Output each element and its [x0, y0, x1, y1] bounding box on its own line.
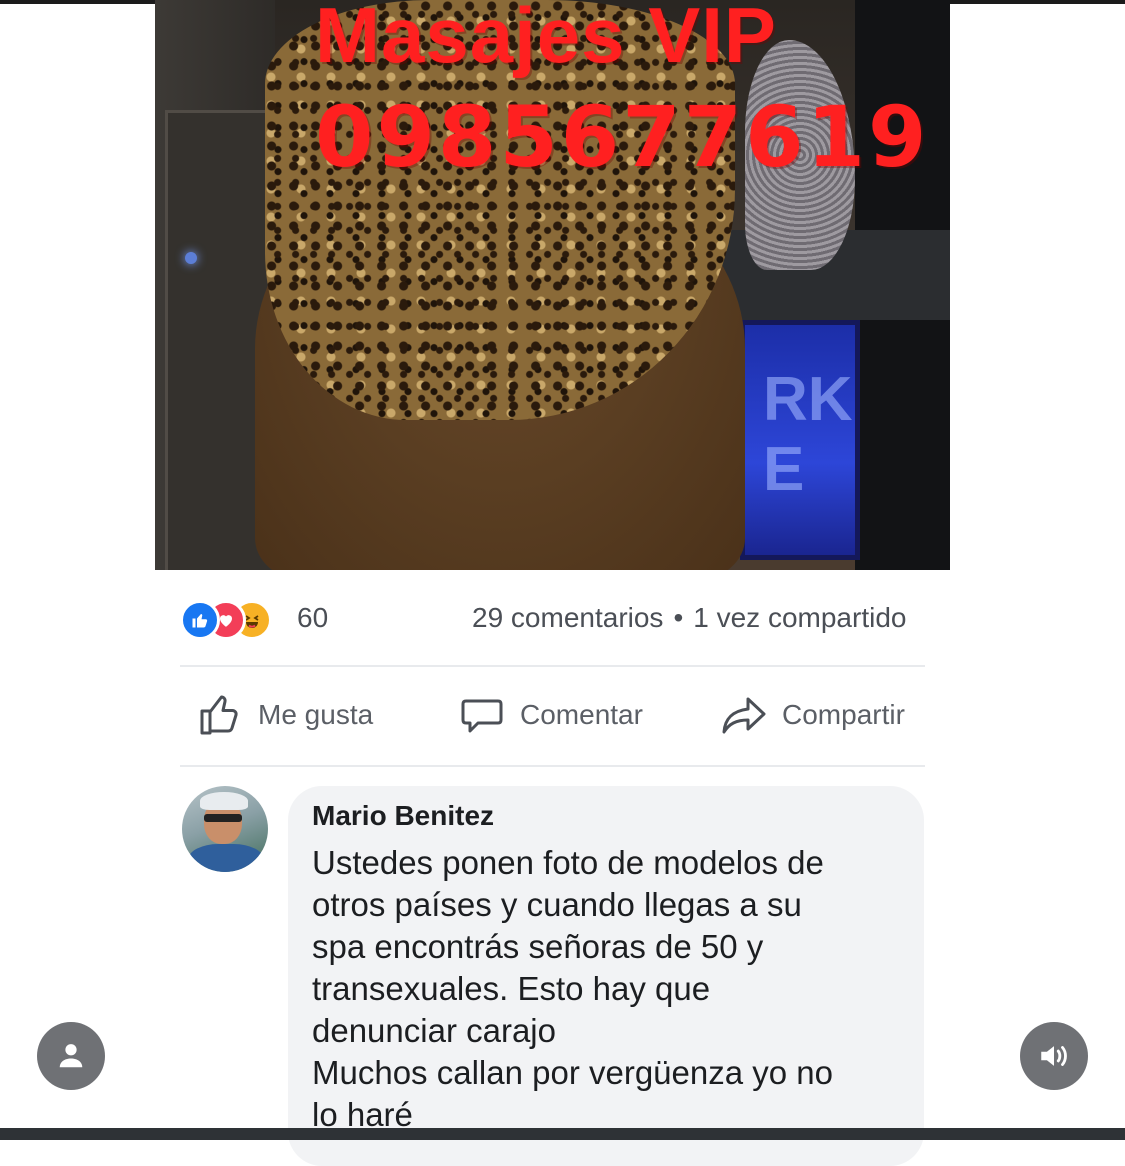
divider — [180, 765, 925, 767]
reaction-count[interactable]: 60 — [297, 602, 328, 634]
ad-title: Masajes VIP — [315, 0, 777, 79]
like-button-label: Me gusta — [258, 699, 374, 730]
post-photo[interactable]: RK E Masajes VIP 0985677619 — [155, 0, 950, 570]
profile-button[interactable] — [37, 1022, 105, 1090]
comment-button[interactable]: Comentar — [458, 690, 643, 740]
person-icon — [59, 1044, 83, 1068]
share-button[interactable]: Compartir — [720, 690, 905, 740]
share-button-label: Compartir — [782, 699, 905, 730]
stats-separator: • — [673, 602, 684, 633]
avatar-hair — [200, 792, 248, 810]
comment-author[interactable]: Mario Benitez — [312, 800, 494, 832]
share-count-link[interactable]: 1 vez compartido — [693, 602, 906, 633]
speaker-icon — [1041, 1046, 1067, 1066]
comment-count-link[interactable]: 29 comentarios — [472, 602, 663, 633]
like-button[interactable]: Me gusta — [196, 690, 373, 740]
avatar-glasses — [204, 814, 242, 822]
bottom-edge-bar — [0, 1128, 1125, 1140]
like-icon — [180, 600, 220, 640]
ad-phone-number: 0985677619 — [315, 88, 930, 186]
comment-share-stats: 29 comentarios • 1 vez compartido — [472, 602, 906, 634]
comment-text: Ustedes ponen foto de modelos de otros p… — [312, 844, 833, 1133]
speech-bubble-icon — [461, 699, 503, 733]
sound-button[interactable] — [1020, 1022, 1088, 1090]
photo-blue-light — [185, 252, 197, 264]
photo-neon-sign: RK E — [740, 320, 860, 560]
share-arrow-icon — [722, 697, 766, 734]
comment-button-label: Comentar — [520, 699, 643, 730]
avatar[interactable] — [182, 786, 268, 872]
avatar-shirt — [188, 844, 264, 872]
thumbs-up-icon — [200, 695, 238, 735]
divider — [180, 665, 925, 667]
